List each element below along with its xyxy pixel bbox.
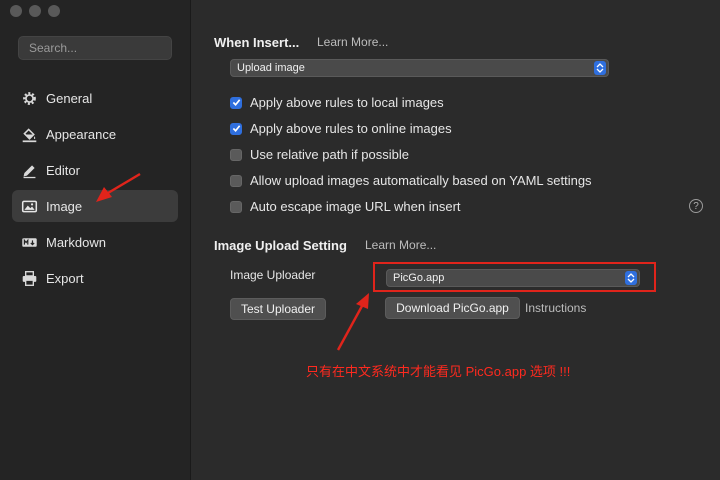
zoom-window-button[interactable] xyxy=(48,5,60,17)
sidebar-item-label: Editor xyxy=(46,162,80,178)
window-controls xyxy=(10,5,60,17)
minimize-window-button[interactable] xyxy=(29,5,41,17)
sidebar-item-appearance[interactable]: Appearance xyxy=(12,118,178,150)
option-online-images[interactable]: Apply above rules to online images xyxy=(230,121,452,136)
search-placeholder: Search... xyxy=(29,41,78,55)
option-auto-escape-url[interactable]: Auto escape image URL when insert xyxy=(230,199,461,214)
sidebar-item-general[interactable]: General xyxy=(12,82,178,114)
markdown-icon xyxy=(20,233,38,251)
pencil-icon xyxy=(20,161,38,179)
sidebar-item-label: Markdown xyxy=(46,234,106,250)
sidebar-item-markdown[interactable]: Markdown xyxy=(12,226,178,258)
help-icon[interactable]: ? xyxy=(689,199,703,213)
gear-icon xyxy=(20,89,38,107)
annotation-highlight-box xyxy=(373,262,656,292)
paint-bucket-icon xyxy=(20,125,38,143)
checkbox-unchecked-icon[interactable] xyxy=(230,148,242,161)
option-label: Apply above rules to online images xyxy=(250,121,452,136)
sidebar-item-label: General xyxy=(46,90,93,106)
image-uploader-label: Image Uploader xyxy=(230,268,316,282)
printer-icon xyxy=(20,269,38,287)
when-insert-title: When Insert... xyxy=(214,35,300,50)
image-icon xyxy=(20,197,38,215)
settings-panel: When Insert... Learn More... Upload imag… xyxy=(191,0,720,480)
option-auto-upload-yaml[interactable]: Allow upload images automatically based … xyxy=(230,173,592,188)
close-window-button[interactable] xyxy=(10,5,22,17)
option-label: Auto escape image URL when insert xyxy=(250,199,461,214)
sidebar-item-label: Appearance xyxy=(46,126,117,142)
sidebar-nav: General Appearance Editor Image Markdown xyxy=(12,82,178,298)
chevron-up-down-icon xyxy=(594,61,606,75)
test-uploader-button[interactable]: Test Uploader xyxy=(230,298,326,320)
sidebar-item-editor[interactable]: Editor xyxy=(12,154,178,186)
checkbox-unchecked-icon[interactable] xyxy=(230,200,242,213)
checkbox-unchecked-icon[interactable] xyxy=(230,174,242,187)
option-local-images[interactable]: Apply above rules to local images xyxy=(230,95,444,110)
checkbox-checked-icon[interactable] xyxy=(230,96,242,109)
search-input[interactable]: Search... xyxy=(18,36,172,60)
upload-setting-title: Image Upload Setting xyxy=(214,238,347,253)
option-label: Use relative path if possible xyxy=(250,147,409,162)
upload-setting-learn-more-link[interactable]: Learn More... xyxy=(365,238,436,252)
sidebar-item-label: Export xyxy=(46,270,84,286)
sidebar: Search... General Appearance Editor Imag… xyxy=(0,0,191,480)
sidebar-item-label: Image xyxy=(46,198,83,214)
sidebar-item-export[interactable]: Export xyxy=(12,262,178,294)
option-label: Apply above rules to local images xyxy=(250,95,444,110)
when-insert-select[interactable]: Upload image xyxy=(230,59,609,77)
checkbox-checked-icon[interactable] xyxy=(230,122,242,135)
option-label: Allow upload images automatically based … xyxy=(250,173,592,188)
when-insert-select-value: Upload image xyxy=(237,62,305,74)
when-insert-learn-more-link[interactable]: Learn More... xyxy=(317,35,388,49)
download-picgo-button[interactable]: Download PicGo.app xyxy=(385,297,520,319)
sidebar-item-image[interactable]: Image xyxy=(12,190,178,222)
option-relative-path[interactable]: Use relative path if possible xyxy=(230,147,409,162)
instructions-link[interactable]: Instructions xyxy=(525,301,586,315)
annotation-note: 只有在中文系统中才能看见 PicGo.app 选项 !!! xyxy=(306,364,571,379)
